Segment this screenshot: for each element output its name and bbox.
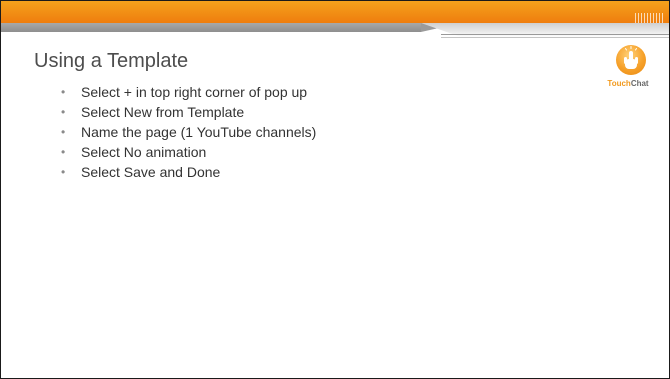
header-orange-band [1, 1, 669, 23]
bullet-dot-icon: • [61, 125, 66, 139]
header-gray-band [1, 23, 421, 32]
bullet-item: • Select New from Template [61, 102, 316, 122]
bullet-dot-icon: • [61, 165, 66, 179]
bullet-item: • Select Save and Done [61, 162, 316, 182]
bullet-item: • Name the page (1 YouTube channels) [61, 122, 316, 142]
slide: Using a Template • Select + in top right … [0, 0, 670, 379]
bullet-dot-icon: • [61, 85, 66, 99]
bullet-dot-icon: • [61, 145, 66, 159]
touchchat-logo: TouchChat [600, 45, 656, 101]
touchchat-wordmark: TouchChat [600, 79, 656, 88]
logo-word-chat: Chat [630, 79, 649, 88]
bullet-text: Name the page (1 YouTube channels) [81, 124, 317, 140]
slide-title: Using a Template [34, 50, 189, 72]
bullet-text: Select New from Template [81, 104, 245, 120]
bullet-list: • Select + in top right corner of pop up … [61, 82, 316, 182]
bullet-text: Select No animation [81, 144, 207, 160]
bullet-item: • Select No animation [61, 142, 316, 162]
bullet-text: Select + in top right corner of pop up [81, 84, 308, 100]
touchchat-hand-icon [616, 45, 646, 75]
bullet-text: Select Save and Done [81, 164, 221, 180]
logo-word-touch: Touch [607, 79, 631, 88]
header-gray-lines [441, 34, 669, 38]
bullet-item: • Select + in top right corner of pop up [61, 82, 316, 102]
bullet-dot-icon: • [61, 105, 66, 119]
